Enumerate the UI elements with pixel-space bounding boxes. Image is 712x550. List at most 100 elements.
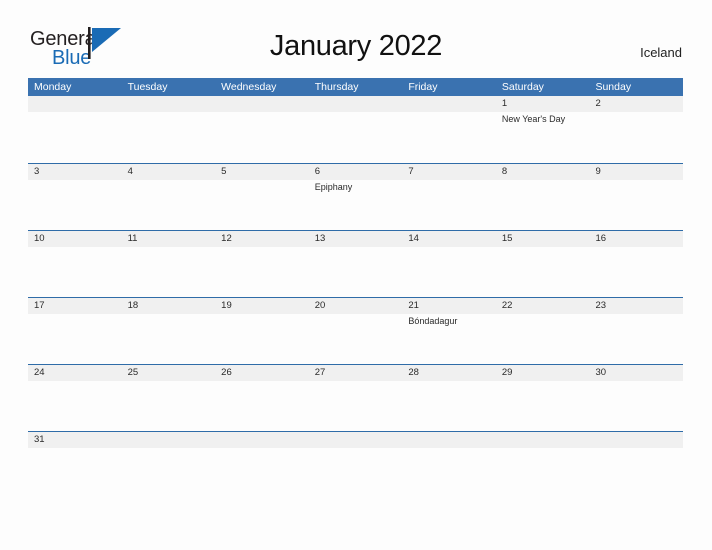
day-number[interactable]: 12 <box>215 231 309 247</box>
day-event <box>496 381 590 430</box>
week-date-band: 17 18 19 20 21 22 23 <box>28 298 683 314</box>
weekday-header-monday: Monday <box>34 81 72 93</box>
day-event <box>28 381 122 430</box>
week-row: 10 11 12 13 14 15 16 <box>28 230 683 297</box>
day-event <box>589 381 683 430</box>
day-event <box>589 314 683 363</box>
day-number[interactable] <box>215 432 309 448</box>
day-number[interactable] <box>309 96 403 112</box>
day-event <box>309 247 403 296</box>
day-event <box>402 180 496 229</box>
day-number[interactable]: 29 <box>496 365 590 381</box>
weekday-header-thursday: Thursday <box>314 81 359 93</box>
day-number[interactable]: 17 <box>28 298 122 314</box>
day-event <box>589 180 683 229</box>
weekday-header-saturday: Saturday <box>501 81 544 93</box>
day-number[interactable]: 22 <box>496 298 590 314</box>
week-date-band: 3 4 5 6 7 8 9 <box>28 164 683 180</box>
day-number[interactable] <box>402 96 496 112</box>
day-event <box>496 247 590 296</box>
day-event <box>215 247 309 296</box>
day-event <box>309 314 403 363</box>
week-event-band: New Year's Day <box>28 112 683 161</box>
week-event-band: Epiphany <box>28 180 683 229</box>
weekday-header-tuesday: Tuesday <box>127 81 168 93</box>
day-number[interactable]: 27 <box>309 365 403 381</box>
day-event <box>215 381 309 430</box>
day-event <box>309 381 403 430</box>
day-event <box>28 314 122 363</box>
day-number[interactable]: 2 <box>589 96 683 112</box>
day-number[interactable]: 21 <box>402 298 496 314</box>
day-event <box>589 247 683 296</box>
day-event <box>28 180 122 229</box>
day-number[interactable]: 24 <box>28 365 122 381</box>
day-number[interactable] <box>122 432 216 448</box>
day-event <box>122 381 216 430</box>
day-number[interactable]: 19 <box>215 298 309 314</box>
week-date-band: 1 2 <box>28 96 683 112</box>
day-event <box>496 314 590 363</box>
day-number[interactable]: 7 <box>402 164 496 180</box>
day-event <box>122 314 216 363</box>
day-event <box>309 112 403 161</box>
day-number[interactable]: 10 <box>28 231 122 247</box>
day-event: Bóndadagur <box>408 316 458 326</box>
day-number[interactable]: 31 <box>28 432 122 448</box>
week-event-band <box>28 381 683 430</box>
day-event: New Year's Day <box>501 114 566 124</box>
day-number[interactable] <box>402 432 496 448</box>
day-number[interactable]: 3 <box>28 164 122 180</box>
week-row: 3 4 5 6 7 8 9 Epiphany <box>28 163 683 230</box>
day-event <box>215 180 309 229</box>
day-event <box>122 112 216 161</box>
week-date-band: 31 <box>28 432 683 448</box>
day-number[interactable] <box>122 96 216 112</box>
week-row: 17 18 19 20 21 22 23 Bóndadagur <box>28 297 683 364</box>
day-number[interactable]: 23 <box>589 298 683 314</box>
day-number[interactable] <box>496 432 590 448</box>
day-event <box>122 247 216 296</box>
day-event: Epiphany <box>314 182 353 192</box>
day-event <box>28 247 122 296</box>
day-number[interactable]: 13 <box>309 231 403 247</box>
day-event <box>496 180 590 229</box>
day-number[interactable]: 11 <box>122 231 216 247</box>
country-label: Iceland <box>640 45 682 60</box>
week-event-band: Bóndadagur <box>28 314 683 363</box>
page-header: General Blue January 2022 Iceland <box>0 0 712 78</box>
day-number[interactable]: 5 <box>215 164 309 180</box>
page-title: January 2022 <box>269 30 443 62</box>
weekday-header-wednesday: Wednesday <box>221 81 277 93</box>
day-event <box>28 112 122 161</box>
day-number[interactable]: 9 <box>589 164 683 180</box>
day-number[interactable]: 30 <box>589 365 683 381</box>
day-number[interactable]: 20 <box>309 298 403 314</box>
day-number[interactable] <box>28 96 122 112</box>
day-number[interactable]: 25 <box>122 365 216 381</box>
week-row: 24 25 26 27 28 29 30 <box>28 364 683 431</box>
day-number[interactable] <box>589 432 683 448</box>
day-number[interactable] <box>215 96 309 112</box>
day-event <box>589 112 683 161</box>
day-event <box>402 112 496 161</box>
day-number[interactable]: 16 <box>589 231 683 247</box>
day-number[interactable]: 6 <box>309 164 403 180</box>
day-number[interactable]: 28 <box>402 365 496 381</box>
day-number[interactable] <box>309 432 403 448</box>
day-event <box>122 180 216 229</box>
week-date-band: 10 11 12 13 14 15 16 <box>28 231 683 247</box>
day-number[interactable]: 4 <box>122 164 216 180</box>
calendar-grid: Monday Tuesday Wednesday Thursday Friday… <box>28 78 683 449</box>
week-row: 1 2 New Year's Day <box>28 96 683 163</box>
day-number[interactable]: 26 <box>215 365 309 381</box>
day-event <box>402 381 496 430</box>
weekday-header-row: Monday Tuesday Wednesday Thursday Friday… <box>28 78 683 96</box>
day-event <box>215 112 309 161</box>
weekday-header-friday: Friday <box>408 81 438 93</box>
day-number[interactable]: 14 <box>402 231 496 247</box>
day-number[interactable]: 15 <box>496 231 590 247</box>
day-number[interactable]: 18 <box>122 298 216 314</box>
day-number[interactable]: 1 <box>496 96 590 112</box>
day-number[interactable]: 8 <box>496 164 590 180</box>
